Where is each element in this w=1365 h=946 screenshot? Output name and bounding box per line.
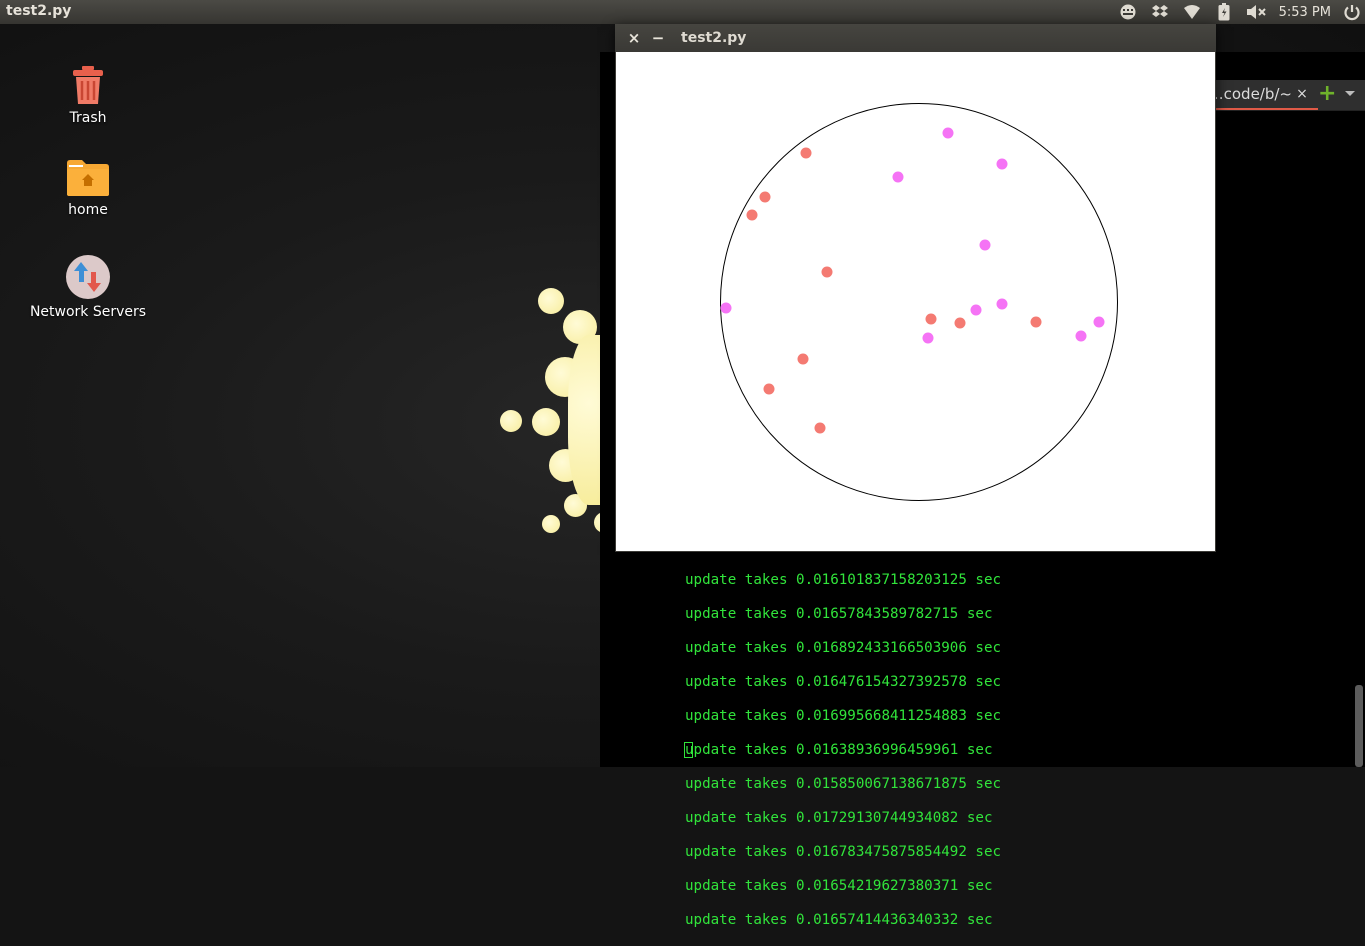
pink-particle [979,239,991,251]
desktop-icon-trash[interactable]: Trash [28,64,148,126]
pink-particle [1093,316,1105,328]
red-particle [759,191,771,203]
top-panel: test2.py 5:53 PM [0,0,1365,24]
pink-particle [922,332,934,344]
red-particle [763,383,775,395]
red-particle [800,147,812,159]
system-tray: 5:53 PM [1109,0,1365,24]
pink-particle [1075,330,1087,342]
log-line: update takes 0.015850067138671875 sec [685,776,1002,792]
chevron-down-icon[interactable] [1344,88,1356,100]
battery-icon[interactable] [1211,0,1237,24]
volume-muted-icon[interactable] [1243,0,1269,24]
pink-particle [996,298,1008,310]
pink-particle [970,304,982,316]
app-canvas[interactable] [616,52,1215,551]
pink-particle [942,127,954,139]
red-particle [814,422,826,434]
log-line: update takes 0.016101837158203125 sec [685,572,1002,588]
desktop-icon-label: home [68,202,108,218]
red-particle [746,209,758,221]
terminal-tab-label: ~/code/b… [1216,85,1292,103]
add-tab-icon[interactable]: + [1318,83,1336,105]
terminal-cursor [684,742,693,758]
terminal-tab[interactable]: ~/code/b… × [1216,80,1318,110]
log-line: update takes 0.016995668411254883 sec [685,708,1002,724]
red-particle [954,317,966,329]
red-particle [821,266,833,278]
keyboard-icon[interactable] [1115,0,1141,24]
red-particle [797,353,809,365]
close-tab-icon[interactable]: × [1294,80,1310,108]
power-icon[interactable] [1339,0,1365,24]
pink-particle [996,158,1008,170]
active-app-title: test2.py [6,3,72,19]
desktop-icon-label: Network Servers [29,304,147,320]
log-line: update takes 0.01729130744934082 sec [685,810,993,826]
pink-particle [892,171,904,183]
terminal-scrollbar[interactable] [1355,685,1363,767]
terminal-tab-bar: ~/code/b… × [1216,80,1365,111]
desktop-icon-home[interactable]: home [28,158,148,218]
close-icon[interactable]: × [626,30,642,46]
log-line: update takes 0.01657414436340332 sec [685,912,993,928]
log-line: update takes 0.016783475875854492 sec [685,844,1002,860]
red-particle [1030,316,1042,328]
terminal-output: update takes 0.016101837158203125 sec up… [685,555,1001,946]
red-particle [925,313,937,325]
clock[interactable]: 5:53 PM [1279,5,1331,20]
desktop-icon-network-servers[interactable]: Network Servers [28,254,148,320]
log-line: update takes 0.01654219627380371 sec [685,878,993,894]
log-line: update takes 0.016476154327392578 sec [685,674,1002,690]
network-servers-icon [65,254,111,300]
wifi-icon[interactable] [1179,0,1205,24]
pink-particle [720,302,732,314]
minimize-icon[interactable]: − [650,30,666,46]
app-window[interactable]: × − test2.py [615,24,1216,552]
trash-icon [68,64,108,106]
log-line: update takes 0.016892433166503906 sec [685,640,1002,656]
log-line: update takes 0.01638936996459961 sec [685,742,993,758]
boundary-circle [720,103,1118,501]
dropbox-icon[interactable] [1147,0,1173,24]
window-title: test2.py [681,30,747,46]
log-line: update takes 0.01657843589782715 sec [685,606,993,622]
window-titlebar[interactable]: × − test2.py [615,24,1216,52]
simulation-drawing [720,103,1118,501]
home-folder-icon [66,158,110,198]
desktop-icon-label: Trash [69,110,107,126]
